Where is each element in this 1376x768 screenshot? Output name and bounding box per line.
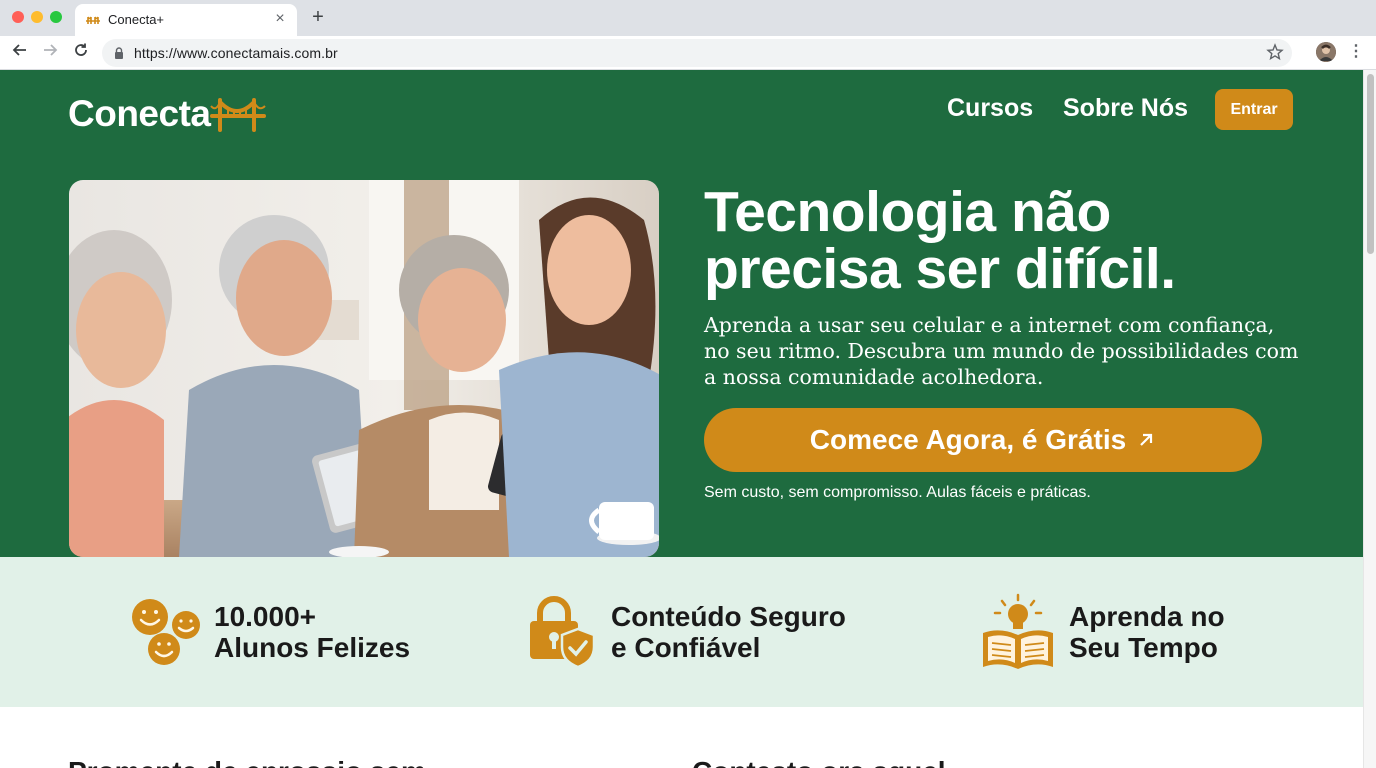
browser-toolbar: https://www.conectamais.com.br ⋮ xyxy=(0,36,1376,70)
minimize-window-button[interactable] xyxy=(31,11,43,23)
close-window-button[interactable] xyxy=(12,11,24,23)
features-band: 10.000+ Alunos Felizes Conteúdo Seguro e… xyxy=(0,557,1363,707)
smiley-faces-icon xyxy=(132,599,200,665)
browser-tab[interactable]: Conecta+ × xyxy=(75,4,297,36)
logo-text: Conecta xyxy=(68,93,211,134)
browser-tabbar: Conecta+ × + xyxy=(0,0,1376,36)
feature-text: 10.000+ Alunos Felizes xyxy=(214,601,410,663)
hero-photo xyxy=(69,180,659,557)
lock-icon xyxy=(115,47,123,59)
feature-line1: 10.000+ xyxy=(214,601,316,632)
cta-note: Sem custo, sem compromisso. Aulas fáceis… xyxy=(704,484,1091,501)
address-bar[interactable]: https://www.conectamais.com.br xyxy=(102,39,1292,67)
browser-menu-icon[interactable]: ⋮ xyxy=(1348,42,1364,62)
cta-start-free-button[interactable]: Comece Agora, é Grátis xyxy=(704,408,1262,472)
site-logo[interactable]: Conecta xyxy=(68,90,267,138)
bookmark-star-icon[interactable] xyxy=(1266,43,1284,61)
hero-section: Conecta Cursos Sobre Nós Entrar Tecnolog… xyxy=(0,70,1363,557)
page-viewport: Conecta Cursos Sobre Nós Entrar Tecnolog… xyxy=(0,70,1363,768)
nav-link-sobre-nos[interactable]: Sobre Nós xyxy=(1063,94,1188,123)
url-text[interactable]: https://www.conectamais.com.br xyxy=(134,45,338,61)
hero-title-line2: precisa ser difícil. xyxy=(704,237,1176,301)
hero-title-line1: Tecnologia não xyxy=(704,180,1111,244)
feature-line2: Seu Tempo xyxy=(1069,632,1218,663)
tab-close-icon[interactable]: × xyxy=(271,10,289,28)
profile-avatar[interactable] xyxy=(1316,42,1336,62)
new-tab-button[interactable]: + xyxy=(308,7,328,27)
book-lightbulb-icon xyxy=(983,593,1053,669)
feature-line2: e Confiável xyxy=(611,632,761,663)
section-heading-left: Promente de enrossio sem xyxy=(68,756,426,768)
page-scrollbar[interactable] xyxy=(1363,70,1376,768)
scrollbar-thumb[interactable] xyxy=(1367,74,1374,254)
feature-own-pace: Aprenda no Seu Tempo xyxy=(920,557,1363,707)
feature-line2: Alunos Felizes xyxy=(214,632,411,663)
tab-title: Conecta+ xyxy=(108,12,165,27)
feature-text: Conteúdo Seguro e Confiável xyxy=(611,601,846,663)
nav-link-cursos[interactable]: Cursos xyxy=(947,94,1033,123)
back-arrow-icon[interactable] xyxy=(10,42,30,62)
feature-happy-students: 10.000+ Alunos Felizes xyxy=(0,557,460,707)
hero-subtitle: Aprenda a usar seu celular e a internet … xyxy=(704,313,1299,389)
bridge-plus-logo-icon xyxy=(210,98,267,132)
bridge-favicon-icon xyxy=(86,16,100,24)
cta-label: Comece Agora, é Grátis xyxy=(809,424,1127,455)
login-button[interactable]: Entrar xyxy=(1215,89,1293,130)
maximize-window-button[interactable] xyxy=(50,11,62,23)
lock-shield-icon xyxy=(530,596,596,669)
feature-safe-content: Conteúdo Seguro e Confiável xyxy=(460,557,920,707)
reload-icon[interactable] xyxy=(71,42,91,62)
section-heading-right: Contesto ora squel xyxy=(692,756,946,768)
feature-line1: Aprenda no xyxy=(1069,601,1225,632)
feature-line1: Conteúdo Seguro xyxy=(611,601,846,632)
hero-title: Tecnologia não precisa ser difícil. xyxy=(704,184,1324,298)
forward-arrow-icon[interactable] xyxy=(40,42,60,62)
feature-text: Aprenda no Seu Tempo xyxy=(1069,601,1225,663)
arrow-up-right-icon xyxy=(1140,433,1153,446)
